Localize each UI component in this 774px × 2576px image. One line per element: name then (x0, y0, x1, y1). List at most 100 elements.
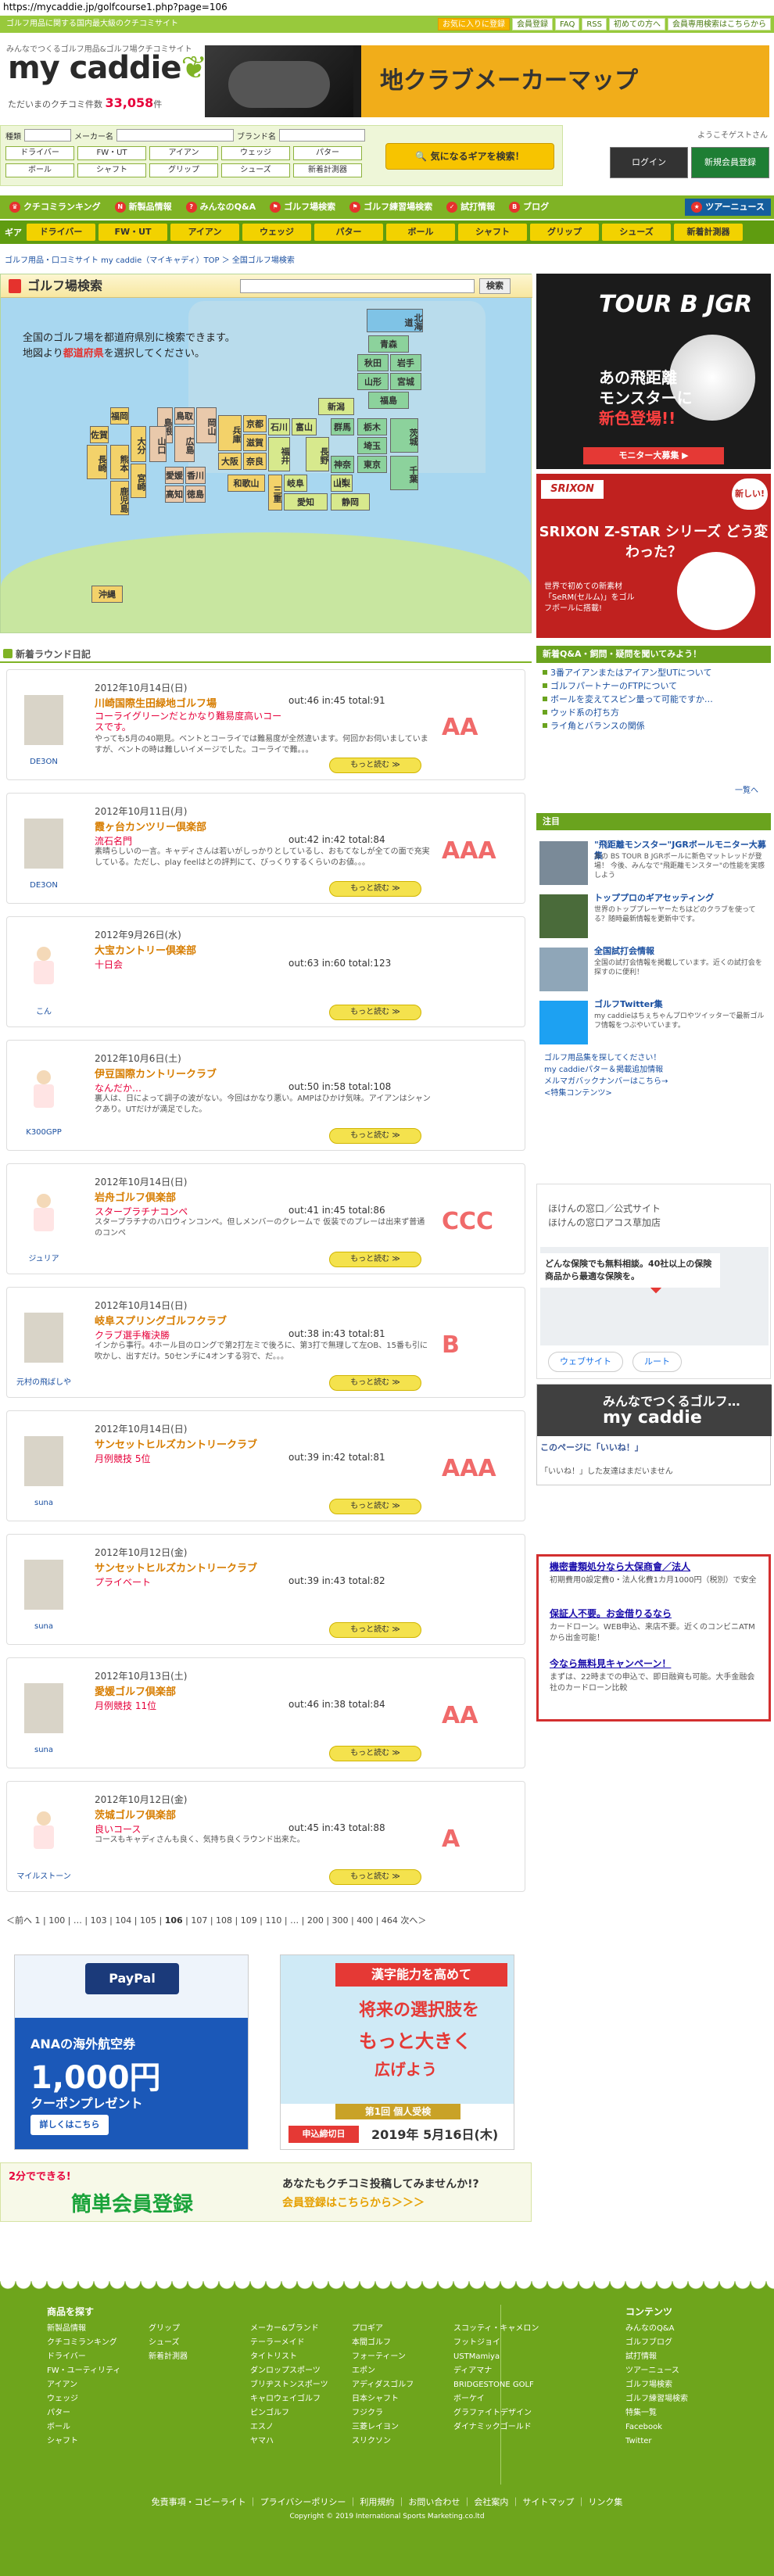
ad-left-cta[interactable]: 詳しくはこちら (30, 2115, 109, 2135)
prefecture-26[interactable]: 大阪 (218, 453, 242, 470)
route-button[interactable]: ルート (632, 1352, 682, 1372)
cat-driver[interactable]: ドライバー (5, 146, 74, 160)
prefecture-20[interactable]: 東京 (357, 456, 387, 473)
prefecture-43[interactable]: 熊本 (110, 445, 129, 479)
user-name[interactable]: suna (15, 1622, 73, 1631)
register-button[interactable]: 新規会員登録 (691, 147, 769, 178)
user-avatar[interactable] (24, 1189, 63, 1239)
address-bar[interactable]: https://mycaddie.jp/golfcourse1.php?page… (0, 0, 774, 14)
prefecture-39[interactable]: 福岡 (110, 407, 129, 425)
course-name[interactable]: サンセットヒルズカントリークラブ (95, 1560, 257, 1575)
prefecture-32[interactable]: 岡山 (196, 407, 217, 443)
prefecture-28[interactable]: 三重 (268, 475, 282, 511)
prefecture-35[interactable]: 香川 (185, 467, 206, 484)
course-name[interactable]: 岐阜スプリングゴルフクラブ (95, 1313, 227, 1327)
footer-link[interactable]: ダンロップスポーツ (250, 2364, 328, 2378)
footer-link[interactable]: パター (47, 2406, 120, 2420)
prefecture-25[interactable]: 兵庫 (218, 415, 242, 451)
prefecture-34[interactable]: 山口 (149, 426, 167, 462)
footer-link[interactable]: ウェッジ (47, 2392, 120, 2406)
user-name[interactable]: 元村の飛ばしや (15, 1375, 73, 1387)
prefecture-38[interactable]: 高知 (165, 485, 184, 503)
prefecture-30[interactable]: 鳥取 (174, 407, 195, 425)
prefecture-29[interactable]: 和歌山 (228, 475, 265, 492)
prefecture-15[interactable]: 愛知 (284, 493, 328, 511)
footer-link[interactable]: シューズ (149, 2336, 188, 2350)
cat-shoes[interactable]: シューズ (221, 163, 290, 177)
gear-nav-grip[interactable]: グリップ (530, 224, 599, 241)
prefecture-24[interactable]: 滋賀 (243, 434, 267, 451)
prefecture-3[interactable]: 岩手 (390, 354, 421, 371)
footer-link[interactable]: みんなのQ&A (625, 2322, 688, 2336)
website-button[interactable]: ウェブサイト (548, 1352, 623, 1372)
footer-link[interactable]: Facebook (625, 2420, 688, 2434)
prefecture-44[interactable]: 宮崎 (131, 464, 146, 498)
nav-new-products[interactable]: N 新製品情報 (109, 199, 178, 216)
user-name[interactable]: DE3ON (15, 881, 73, 890)
user-name[interactable]: suna (15, 1499, 73, 1507)
user-name[interactable]: こん (15, 1005, 73, 1016)
jgr-ad[interactable]: TOUR B JGR あの飛距離 モンスターに 新色登場!! モニター大募集 ▶ (536, 274, 771, 469)
prefecture-0[interactable]: 北海道 (367, 309, 423, 332)
user-name[interactable]: suna (15, 1746, 73, 1754)
footer-link[interactable]: 三菱レイヨン (352, 2420, 414, 2434)
prefecture-4[interactable]: 山形 (357, 373, 389, 390)
user-name[interactable]: ジュリア (15, 1252, 73, 1263)
favorite-link[interactable]: お気に入りに登録 (437, 18, 510, 30)
srixon-ad[interactable]: SRIXON 新しい! SRIXON Z-STAR シリーズ どう変わった？ 世… (536, 474, 771, 638)
nav-test[interactable]: ✓ 試打情報 (440, 199, 501, 216)
jgr-cta[interactable]: モニター大募集 ▶ (583, 447, 724, 464)
prefecture-42[interactable]: 大分 (131, 426, 146, 462)
user-avatar[interactable] (24, 1066, 63, 1116)
first-time-link[interactable]: 初めての方へ (609, 18, 665, 30)
qa-item[interactable]: ライ角とバランスの関係 (536, 719, 771, 733)
nav-course-search[interactable]: ⚑ ゴルフ場検索 (263, 199, 342, 216)
course-name[interactable]: サンセットヒルズカントリークラブ (95, 1436, 257, 1451)
prefecture-40[interactable]: 佐賀 (90, 426, 109, 443)
footer-link[interactable]: エスノ (250, 2420, 328, 2434)
facebook-like-button[interactable]: このページに「いいね！」 (540, 1441, 643, 1453)
footer-link[interactable]: 特集一覧 (625, 2406, 688, 2420)
gear-nav-measure[interactable]: 新着計測器 (674, 224, 743, 241)
footer-link[interactable]: ツアーニュース (625, 2364, 688, 2378)
notice-item[interactable]: ゴルフTwitter集 my caddieはちぇちゃんプロやツイッターで最新ゴルフ… (536, 998, 771, 1048)
nav-ranking[interactable]: ♛ クチコミランキング (3, 199, 107, 216)
read-more-button[interactable]: もっと読む ≫ (329, 881, 421, 897)
footer-link[interactable]: ダイナミックゴールド (453, 2420, 539, 2434)
footer-link[interactable]: エポン (352, 2364, 414, 2378)
footer-link[interactable]: 日本シャフト (352, 2392, 414, 2406)
qa-item[interactable]: 3番アイアンまたはアイアン型UTについて (536, 666, 771, 679)
course-name[interactable]: 伊豆国際カントリークラブ (95, 1066, 217, 1080)
right-link[interactable]: my caddieパター＆掲載追加情報 (536, 1064, 771, 1076)
footer-link[interactable]: 試打情報 (625, 2350, 688, 2364)
right-link[interactable]: <特集コンテンツ> (536, 1087, 771, 1099)
read-more-button[interactable]: もっと読む ≫ (329, 1252, 421, 1267)
prefecture-27[interactable]: 奈良 (243, 453, 267, 470)
paypal-ad[interactable]: PayPal ANAの海外航空券 1,000円 クーポンプレゼント 詳しくはこち… (14, 1954, 249, 2150)
prefecture-45[interactable]: 鹿児島 (110, 481, 129, 515)
user-avatar[interactable] (24, 819, 63, 869)
prefecture-16[interactable]: 群馬 (331, 418, 354, 435)
course-name[interactable]: 岩舟ゴルフ倶楽部 (95, 1189, 176, 1204)
footer-link[interactable]: ピンゴルフ (250, 2406, 328, 2420)
notice-item[interactable]: トッププロのギアセッティング 世界のトッププレーヤーたちはどのクラブを使ってる？随… (536, 891, 771, 941)
text-ad-title-3[interactable]: 今なら無料見キャンペーン！ (550, 1658, 761, 1669)
cat-measure[interactable]: 新着計測器 (293, 163, 362, 177)
footer-link[interactable]: スコッティ・キャメロン (453, 2322, 539, 2336)
user-avatar[interactable] (24, 1807, 63, 1857)
prefecture-18[interactable]: 茨城 (390, 418, 418, 453)
read-more-button[interactable]: もっと読む ≫ (329, 1622, 421, 1638)
read-more-button[interactable]: もっと読む ≫ (329, 1869, 421, 1885)
member-search-link[interactable]: 会員専用検索はこちらから (668, 18, 771, 30)
footer-link[interactable]: ヤマハ (250, 2434, 328, 2449)
prefecture-11[interactable]: 長野 (306, 437, 329, 471)
footer-link[interactable]: メーカー&ブランド (250, 2322, 328, 2336)
course-name[interactable]: 川崎国際生田緑地ゴルフ場 (95, 695, 217, 710)
footer-link[interactable]: BRIDGESTONE GOLF (453, 2378, 539, 2392)
breadcrumb[interactable]: ゴルフ用品・口コミサイト my caddie（マイキャディ）TOP ＞ 全国ゴル… (5, 253, 295, 265)
register-cta[interactable]: 会員登録はこちらから＞＞＞ (282, 2194, 425, 2210)
prefecture-7[interactable]: 新潟 (318, 398, 354, 415)
course-name[interactable]: 霞ヶ台カンツリー倶楽部 (95, 819, 206, 833)
prefecture-1[interactable]: 青森 (368, 335, 409, 353)
prefecture-36[interactable]: 徳島 (185, 485, 206, 503)
